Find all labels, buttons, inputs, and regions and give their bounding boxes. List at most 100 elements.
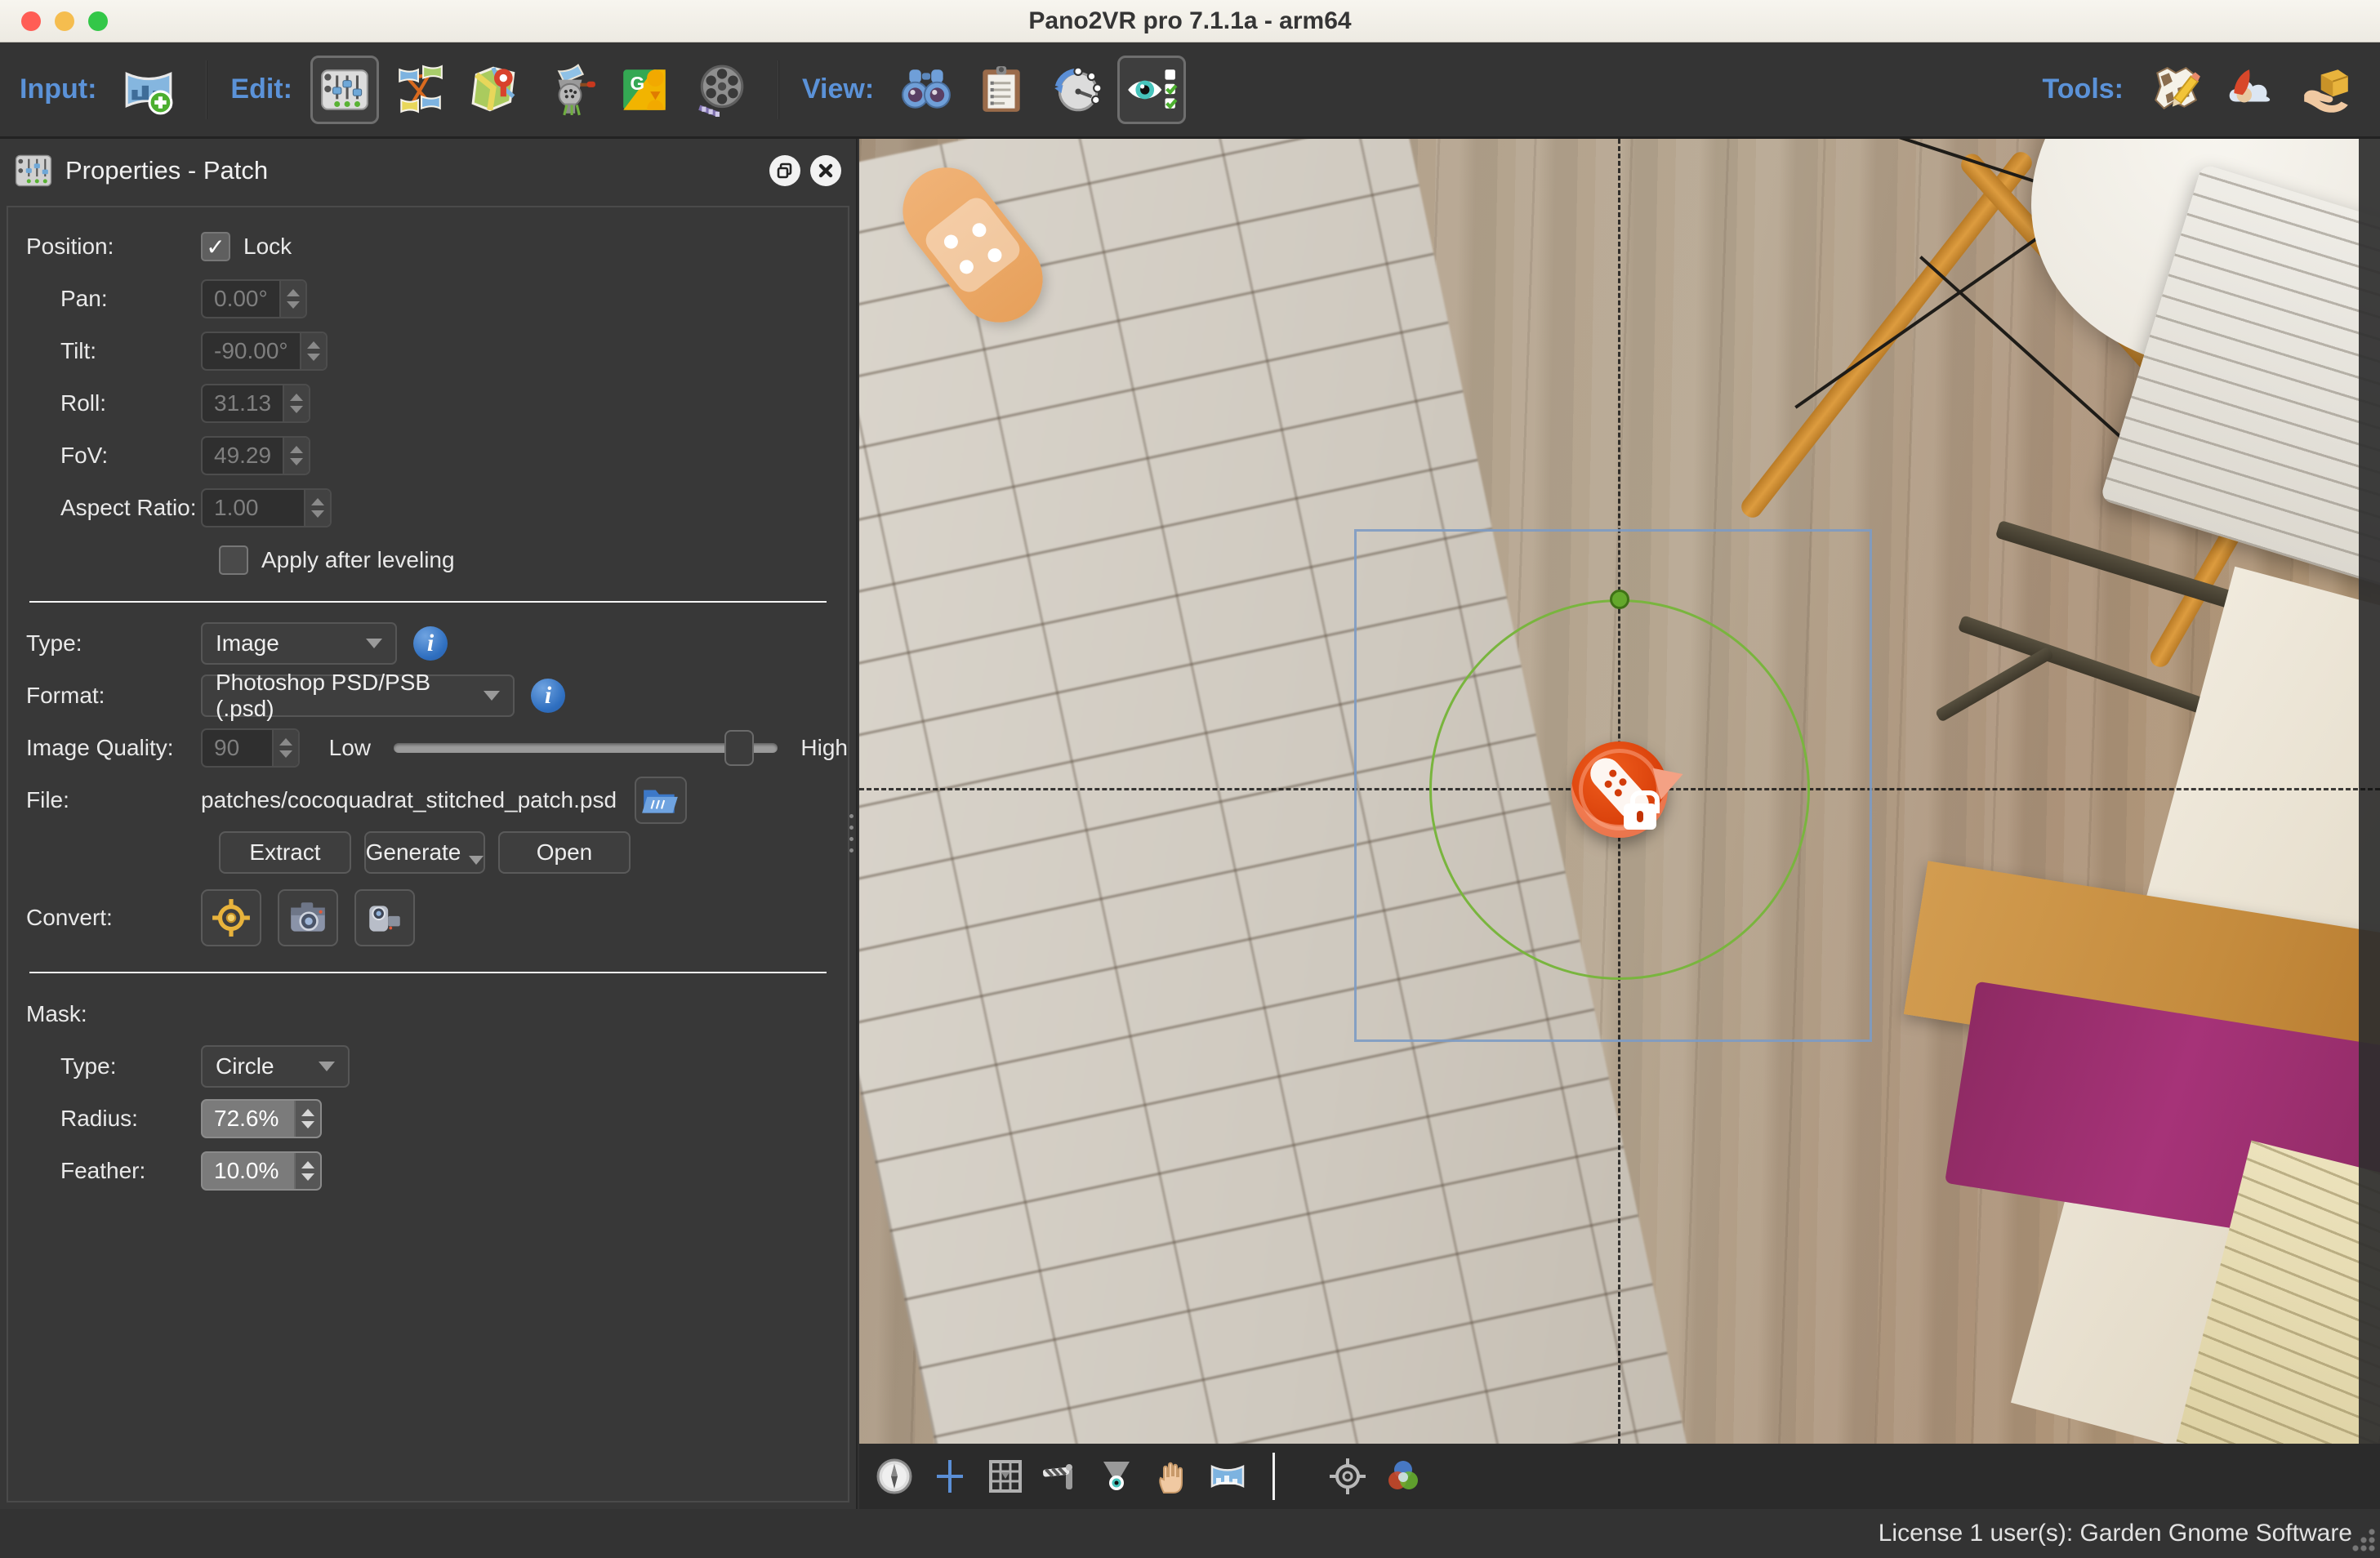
view-section-label: View: [802, 73, 874, 105]
apply-after-leveling-label: Apply after leveling [261, 547, 455, 573]
mask-radius-handle[interactable] [1610, 590, 1629, 609]
mask-row: Mask: [8, 988, 848, 1040]
resize-grip[interactable] [2349, 1527, 2377, 1555]
aspect-ratio-field: 1.00 [201, 488, 332, 527]
pan-label: Pan: [26, 286, 201, 312]
convert-row: Convert: [8, 879, 848, 957]
mask-type-row: Type: Circle [8, 1040, 848, 1093]
mask-feather-label: Feather: [26, 1158, 201, 1184]
float-panel-icon[interactable] [769, 155, 800, 186]
lock-checkbox[interactable]: ✓ [201, 232, 230, 261]
lock-label: Lock [243, 234, 292, 260]
street-view-icon[interactable]: G [611, 56, 680, 124]
garden-gnome-cloud-icon[interactable] [2217, 56, 2285, 124]
window-controls [21, 11, 108, 31]
time-view-icon[interactable] [1042, 56, 1111, 124]
open-button[interactable]: Open [498, 831, 631, 874]
position-label: Position: [26, 234, 201, 260]
properties-icon[interactable] [310, 56, 379, 124]
barrier-icon[interactable] [1039, 1454, 1083, 1498]
close-window-button[interactable] [21, 11, 41, 31]
statusbar: License 1 user(s): Garden Gnome Software [0, 1509, 2380, 1558]
fov-label: FoV: [26, 443, 201, 469]
tour-map-icon[interactable] [461, 56, 529, 124]
mask-radius-field[interactable]: 72.6% [201, 1099, 322, 1138]
pan-row: Pan: 0.00° [8, 273, 848, 325]
license-text: License 1 user(s): Garden Gnome Software [1879, 1520, 2352, 1547]
toolbar-separator [778, 60, 779, 119]
pano-edge [2359, 139, 2380, 1444]
file-row: File: patches/cocoquadrat_stitched_patch… [8, 774, 848, 826]
type-dropdown[interactable]: Image [201, 622, 397, 665]
view-icon-group [892, 56, 1186, 124]
apply-after-leveling-checkbox[interactable]: ✓ [219, 545, 248, 575]
quality-slider-handle[interactable] [724, 730, 754, 766]
type-info-icon[interactable]: i [413, 626, 448, 661]
find-panoramas-icon[interactable] [892, 56, 960, 124]
convert-to-point-hotspot-button[interactable] [201, 889, 261, 946]
output-package-icon[interactable] [2292, 56, 2360, 124]
separator [29, 601, 827, 603]
convert-label: Convert: [26, 905, 201, 931]
patch-editor-icon[interactable] [2142, 56, 2210, 124]
viewer-settings-icon[interactable] [1117, 56, 1186, 124]
animation-editor-icon[interactable] [686, 56, 755, 124]
toolbar-separator [1272, 1453, 1275, 1500]
minimize-window-button[interactable] [55, 11, 74, 31]
pan-hand-icon[interactable] [1150, 1454, 1194, 1498]
mask-feather-field[interactable]: 10.0% [201, 1151, 322, 1191]
camera-icon [287, 897, 328, 938]
panel-splitter-handle[interactable] [848, 807, 856, 860]
close-panel-icon[interactable] [810, 155, 841, 186]
chevron-down-icon [366, 639, 382, 648]
convert-to-image-button[interactable] [278, 889, 338, 946]
rgb-channels-icon[interactable] [1381, 1454, 1425, 1498]
mask-radius-label: Radius: [26, 1106, 201, 1132]
file-path: patches/cocoquadrat_stitched_patch.psd [201, 787, 617, 813]
mask-label: Mask: [26, 1001, 201, 1027]
format-dropdown[interactable]: Photoshop PSD/PSB (.psd) [201, 674, 515, 717]
separator [29, 972, 827, 973]
tour-browser-icon[interactable] [386, 56, 454, 124]
tools-icon-group [2142, 56, 2360, 124]
chevron-down-icon [469, 856, 484, 865]
target-icon[interactable] [1326, 1454, 1370, 1498]
view-cone-icon[interactable] [1094, 1454, 1139, 1498]
quality-low-label: Low [329, 735, 371, 761]
format-info-icon[interactable]: i [531, 679, 565, 713]
generate-button[interactable]: Generate [364, 831, 485, 874]
mask-type-dropdown[interactable]: Circle [201, 1045, 350, 1088]
folder-open-icon [640, 780, 681, 821]
file-actions-row: Extract Generate Open [8, 826, 848, 879]
panel-content: Position: ✓ Lock Pan: 0.00° Tilt: -90.00… [7, 206, 849, 1502]
video-camera-icon [364, 897, 405, 938]
patch-marker[interactable] [1571, 741, 1668, 838]
list-view-icon[interactable] [967, 56, 1036, 124]
panorama-icon[interactable] [1206, 1454, 1250, 1498]
target-gold-icon [211, 897, 252, 938]
add-panorama-icon[interactable] [114, 56, 183, 124]
extract-button[interactable]: Extract [219, 831, 351, 874]
properties-panel: Properties - Patch Position: ✓ Lock Pan:… [0, 139, 858, 1509]
zoom-window-button[interactable] [88, 11, 108, 31]
panorama-viewer[interactable] [859, 139, 2380, 1444]
panorama-converter-icon[interactable] [536, 56, 604, 124]
quality-slider[interactable] [394, 743, 778, 753]
file-label: File: [26, 787, 201, 813]
panel-header: Properties - Patch [0, 139, 856, 203]
choose-file-button[interactable] [635, 777, 687, 824]
grid-icon[interactable] [983, 1454, 1027, 1498]
toolbar-separator [206, 60, 207, 119]
chevron-down-icon [319, 1062, 335, 1071]
image-quality-row: Image Quality: 90 Low High [8, 722, 848, 774]
crosshair-cross-icon[interactable] [928, 1454, 972, 1498]
svg-text:G: G [630, 73, 644, 94]
mask-type-label: Type: [26, 1053, 201, 1079]
tilt-label: Tilt: [26, 338, 201, 364]
compass-icon[interactable] [872, 1454, 916, 1498]
convert-to-video-button[interactable] [354, 889, 415, 946]
tilt-row: Tilt: -90.00° [8, 325, 848, 377]
image-quality-label: Image Quality: [26, 735, 201, 761]
image-quality-field: 90 [201, 728, 300, 768]
roll-row: Roll: 31.13 [8, 377, 848, 430]
